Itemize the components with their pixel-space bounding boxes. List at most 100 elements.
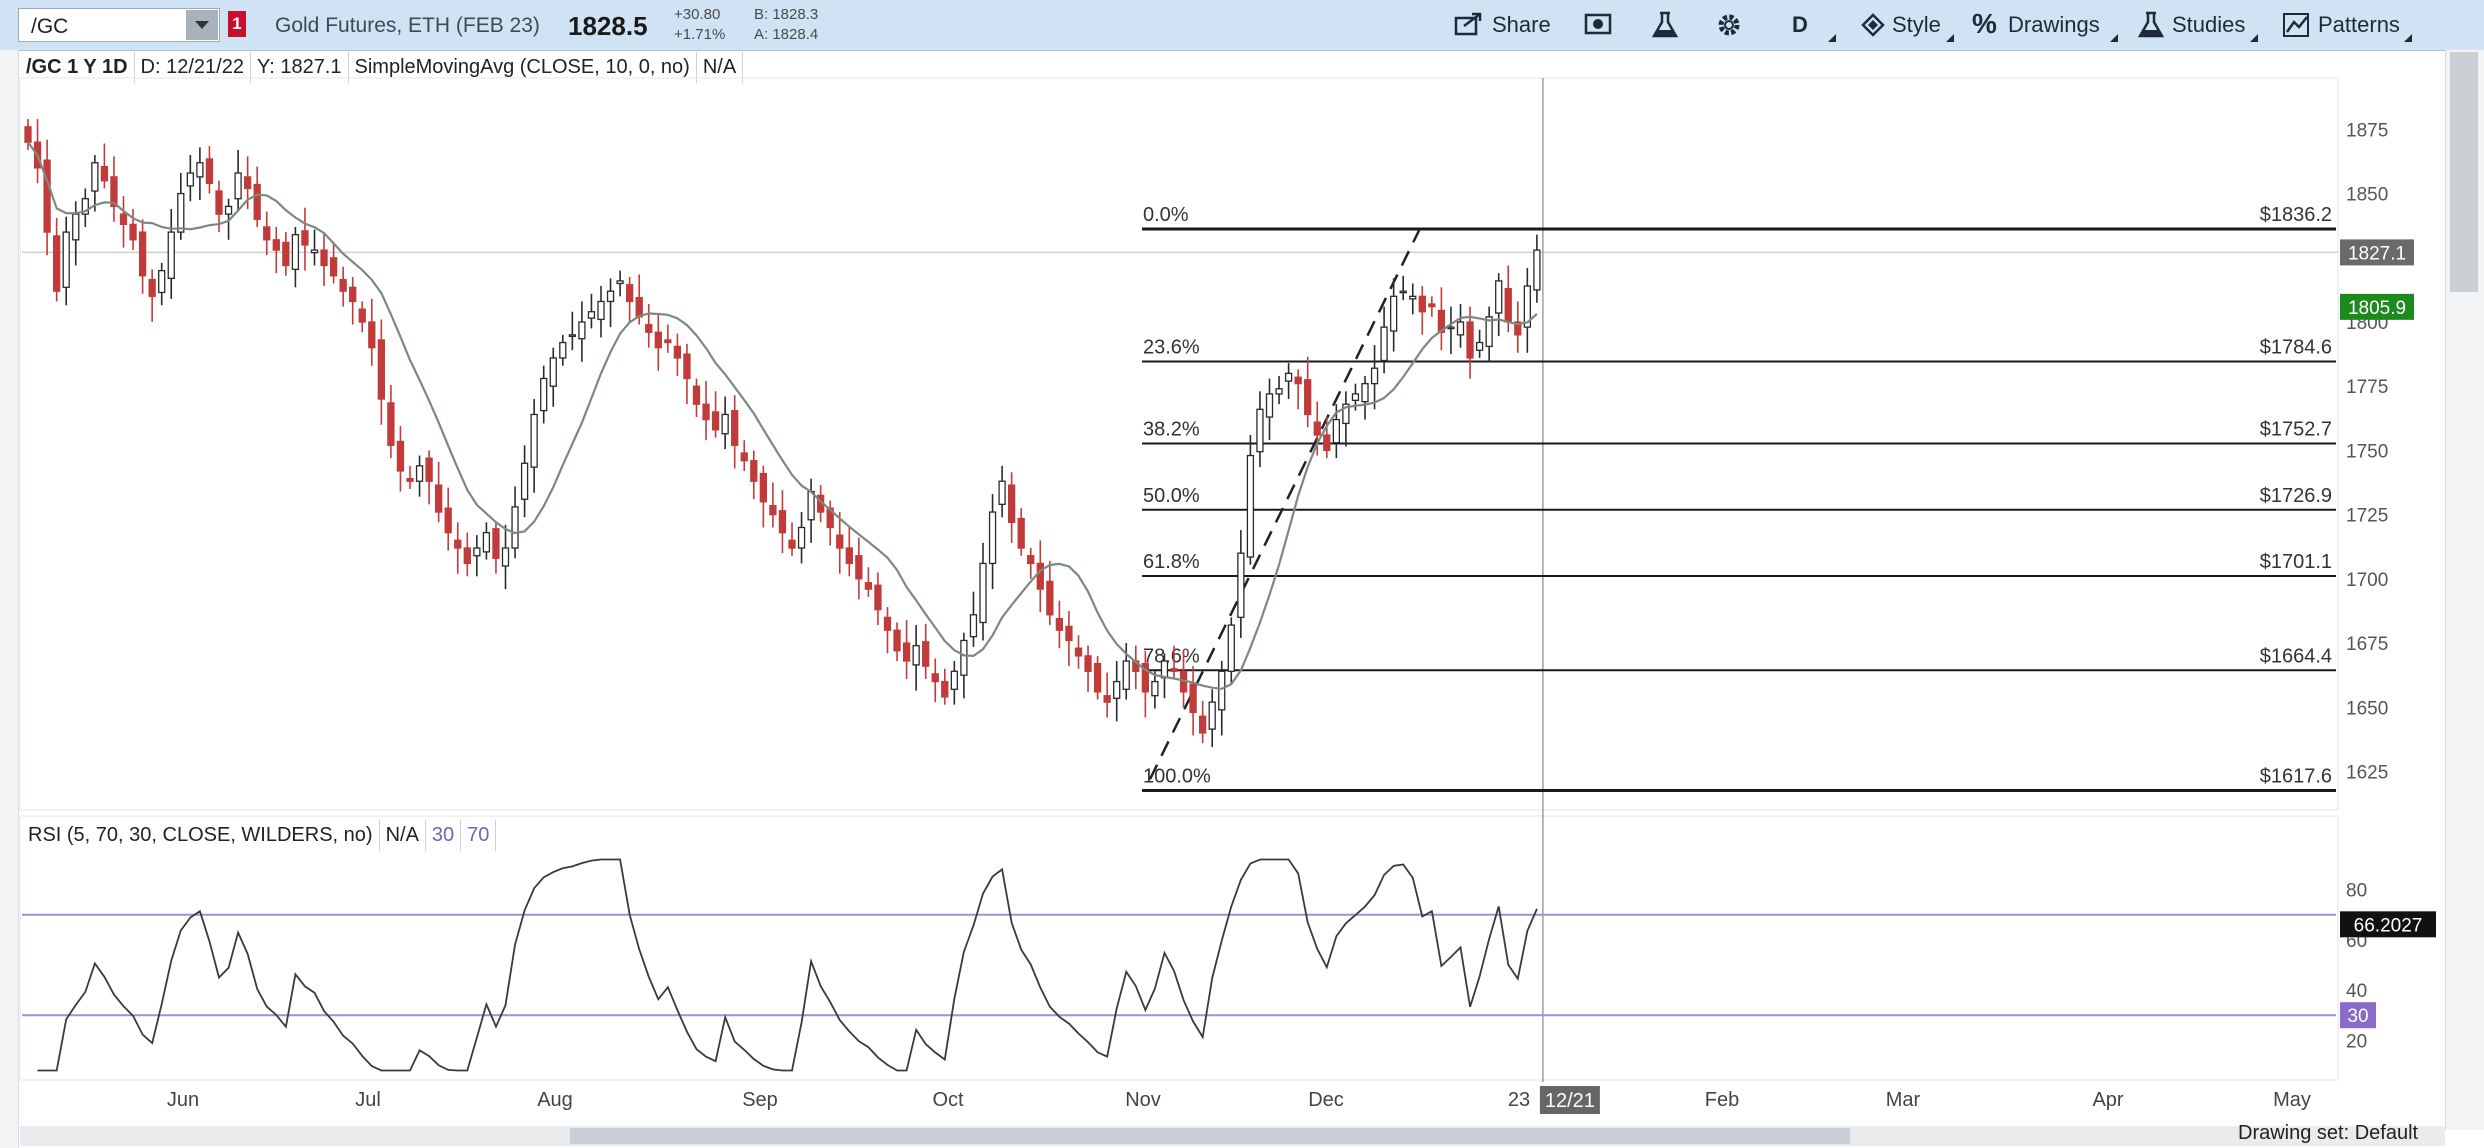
candle-body: [1342, 403, 1350, 425]
candle-body: [1313, 421, 1321, 436]
candle-body: [454, 539, 462, 549]
candle-body: [1008, 484, 1016, 523]
candle-body: [874, 584, 882, 611]
fib-trend-line: [1148, 223, 1424, 780]
candle-body: [1246, 454, 1255, 558]
candle-body: [559, 341, 567, 359]
candle-body: [711, 411, 720, 431]
candle-body: [205, 158, 214, 184]
fib-level-price: $1617.6: [2260, 765, 2332, 787]
candle-body: [855, 555, 863, 580]
rsi-oversold-box: [2340, 1002, 2376, 1029]
x-axis-label: Mar: [1886, 1089, 1921, 1111]
symbol-period[interactable]: /GC 1 Y 1D: [20, 52, 135, 83]
studies-dropdown-icon: [2250, 34, 2258, 42]
cursor-y-value: Y: 1827.1: [251, 52, 349, 83]
style-menu[interactable]: Style: [1892, 12, 1941, 40]
ask-price: A: 1828.4: [754, 26, 819, 43]
candle-body: [721, 413, 729, 435]
x-axis-label: 23: [1508, 1089, 1530, 1111]
candle-body: [807, 490, 815, 521]
drawings-percent-icon[interactable]: %: [1972, 8, 1997, 40]
price-marker-box: [2340, 293, 2414, 320]
candle-body: [1122, 660, 1130, 690]
x-axis-label: Oct: [932, 1089, 964, 1111]
studies-flask-icon[interactable]: [2136, 10, 2166, 47]
share-button[interactable]: Share: [1492, 12, 1551, 40]
candle-body: [826, 507, 834, 529]
candle-body: [158, 269, 166, 294]
candle-body: [100, 165, 109, 182]
fib-level-percent: 0.0%: [1143, 204, 1189, 226]
flask-icon[interactable]: [1650, 10, 1680, 47]
rsi-axis-tick: 60: [2346, 931, 2367, 952]
sma-line-path: [27, 141, 1538, 690]
studies-menu[interactable]: Studies: [2172, 12, 2245, 40]
candle-body: [291, 234, 300, 270]
candle-body: [358, 308, 366, 323]
chart-info-bar: /GC 1 Y 1D D: 12/21/22 Y: 1827.1 SimpleMovi…: [20, 52, 744, 83]
candle-body: [1437, 309, 1446, 333]
x-axis-label: Jun: [167, 1089, 199, 1111]
crosshair-date-box: [1539, 1086, 1600, 1114]
style-icon[interactable]: [1858, 10, 1888, 47]
candle-body: [1380, 326, 1388, 362]
candle-body: [520, 462, 529, 500]
axes: 1625 1650 1675 1700 1725 1750 1775 1800 1825 1850…: [167, 120, 2436, 1114]
candle-body: [1275, 388, 1283, 395]
rsi-value-label: 66.2027: [2354, 915, 2423, 936]
candle-body: [731, 409, 739, 446]
rsi-study-label[interactable]: RSI (5, 70, 30, CLOSE, WILDERS, no): [22, 820, 380, 851]
candle-body: [215, 190, 223, 215]
candle-body: [540, 377, 548, 412]
candle-body: [1074, 647, 1083, 657]
left-edge-panel: [0, 50, 19, 1148]
candle-body: [988, 511, 997, 565]
drawings-menu[interactable]: Drawings: [2008, 12, 2100, 40]
candle-body: [1390, 295, 1398, 332]
rsi-oversold-label: 30: [2347, 1006, 2368, 1027]
candle-body: [62, 231, 70, 288]
candle-body: [272, 239, 280, 251]
candle-body: [1294, 376, 1302, 385]
rsi-value-box: [2340, 911, 2436, 938]
patterns-menu[interactable]: Patterns: [2318, 12, 2400, 40]
candle-body: [568, 334, 576, 337]
sma-study-label[interactable]: SimpleMovingAvg (CLOSE, 10, 0, no): [349, 52, 697, 83]
symbol-dropdown-button[interactable]: [186, 10, 218, 40]
alert-badge[interactable]: 1: [228, 11, 246, 37]
candle-body: [177, 192, 185, 233]
candle-body: [1055, 618, 1064, 631]
settings-gear-icon[interactable]: [1714, 10, 1744, 47]
drawing-set-label[interactable]: Drawing set: Default: [2238, 1122, 2418, 1145]
price-chart[interactable]: 0.0% $1836.2 23.6% $1784.6 38.2% $1752.7 50.0%…: [0, 0, 2484, 1148]
aggregation-selector[interactable]: D: [1792, 12, 1808, 40]
rsi-axis-tick: 80: [2346, 881, 2367, 902]
candle-body: [406, 478, 414, 482]
candle-body: [444, 507, 452, 534]
share-icon[interactable]: [1454, 10, 1484, 45]
price-grid: [19, 77, 2339, 1082]
patterns-icon[interactable]: [2282, 10, 2312, 47]
candle-body: [1189, 683, 1197, 714]
candle-body: [530, 413, 538, 468]
screenshot-icon[interactable]: [1584, 10, 1614, 45]
candle-body: [1256, 408, 1264, 453]
horizontal-scrollbar-thumb[interactable]: [570, 1128, 1850, 1144]
candle-body: [702, 403, 710, 421]
candle-body: [1399, 290, 1407, 294]
candle-body: [501, 547, 510, 567]
x-axis-label: Dec: [1308, 1089, 1344, 1111]
candle-body: [635, 296, 643, 318]
vertical-scrollbar-thumb[interactable]: [2450, 52, 2478, 292]
candle-body: [91, 162, 99, 192]
fib-level-percent: 50.0%: [1143, 485, 1200, 507]
price-panel-frame: [19, 77, 2339, 811]
candle-body: [473, 547, 481, 557]
candle-body: [129, 223, 137, 241]
candle-body: [1132, 660, 1140, 672]
candle-body: [1332, 418, 1340, 444]
candle-body: [138, 231, 147, 277]
candle-body: [836, 534, 844, 549]
fib-level-percent: 38.2%: [1143, 418, 1200, 440]
